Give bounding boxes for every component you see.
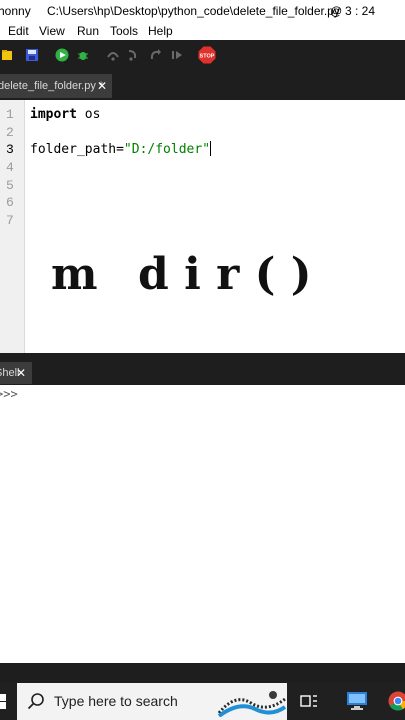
save-icon[interactable] [25, 48, 39, 62]
code-line-3: folder_path="D:/folder" [30, 141, 212, 159]
resume-icon[interactable] [170, 48, 184, 62]
line-number-gutter: 1 2 3 4 5 6 7 [0, 100, 25, 353]
editor-tab-label: delete_file_folder.py * [0, 80, 104, 92]
line-number: 6 [6, 195, 14, 210]
search-placeholder: Type here to search [54, 693, 178, 709]
line-number: 5 [6, 178, 14, 193]
step-out-icon[interactable] [148, 48, 162, 62]
line-number: 7 [6, 213, 14, 228]
title-cursor-position: 3 : 24 [345, 4, 376, 18]
task-view-icon[interactable] [300, 693, 318, 709]
line-number: 1 [6, 107, 14, 122]
taskbar-search-box[interactable]: Type here to search [17, 683, 287, 720]
string-literal: "D:/folder" [123, 142, 211, 157]
code-editor[interactable]: 1 2 3 4 5 6 7 import os folder_path="D:/… [0, 100, 405, 353]
line-number: 2 [6, 125, 14, 140]
step-into-icon[interactable] [126, 48, 140, 62]
shell-tab-bar: Shell ✕ [0, 353, 405, 385]
stop-icon[interactable]: STOP [198, 46, 216, 64]
variable-assignment: folder_path= [30, 142, 124, 157]
shell-tab[interactable]: Shell ✕ [0, 362, 32, 384]
windows-start-icon[interactable] [0, 694, 6, 709]
line-number-current: 3 [6, 142, 14, 157]
chrome-icon[interactable] [388, 691, 405, 711]
title-app-name: honny [0, 4, 31, 18]
text-caret [210, 141, 212, 156]
module-name: os [76, 107, 101, 122]
step-over-icon[interactable] [106, 48, 120, 62]
overlay-text-part-1: m [51, 249, 98, 300]
search-highlight-illustration [217, 691, 287, 717]
new-file-icon[interactable] [0, 48, 14, 62]
run-icon[interactable] [55, 48, 69, 62]
toolbar: STOP [0, 40, 405, 72]
status-bar [0, 663, 405, 683]
close-icon[interactable]: ✕ [97, 74, 107, 98]
taskbar: Type here to search [0, 683, 405, 720]
keyword-import: import [30, 107, 77, 122]
menu-edit[interactable]: Edit [8, 22, 29, 40]
search-icon [27, 693, 44, 710]
editor-tab-bar: delete_file_folder.py * ✕ [0, 72, 405, 100]
menu-run[interactable]: Run [77, 22, 99, 40]
code-line-1: import os [30, 106, 100, 124]
line-number: 4 [6, 160, 14, 175]
menu-view[interactable]: View [39, 22, 65, 40]
debug-icon[interactable] [76, 48, 90, 62]
editor-tab[interactable]: delete_file_folder.py * ✕ [0, 74, 112, 98]
title-file-path: C:\Users\hp\Desktop\python_code\delete_f… [47, 4, 340, 18]
menu-bar: Edit View Run Tools Help [0, 22, 405, 40]
menu-tools[interactable]: Tools [110, 22, 138, 40]
title-at-sign: @ [330, 4, 343, 18]
overlay-text-part-2: d i r ( ) [138, 249, 312, 300]
shell-prompt: >>> [0, 387, 18, 401]
menu-help[interactable]: Help [148, 22, 173, 40]
shell-console[interactable]: >>> [0, 385, 405, 663]
network-icon[interactable] [345, 691, 369, 711]
close-icon[interactable]: ✕ [16, 362, 26, 384]
stop-icon-label: STOP [200, 54, 215, 60]
title-bar: honny C:\Users\hp\Desktop\python_code\de… [0, 0, 405, 22]
